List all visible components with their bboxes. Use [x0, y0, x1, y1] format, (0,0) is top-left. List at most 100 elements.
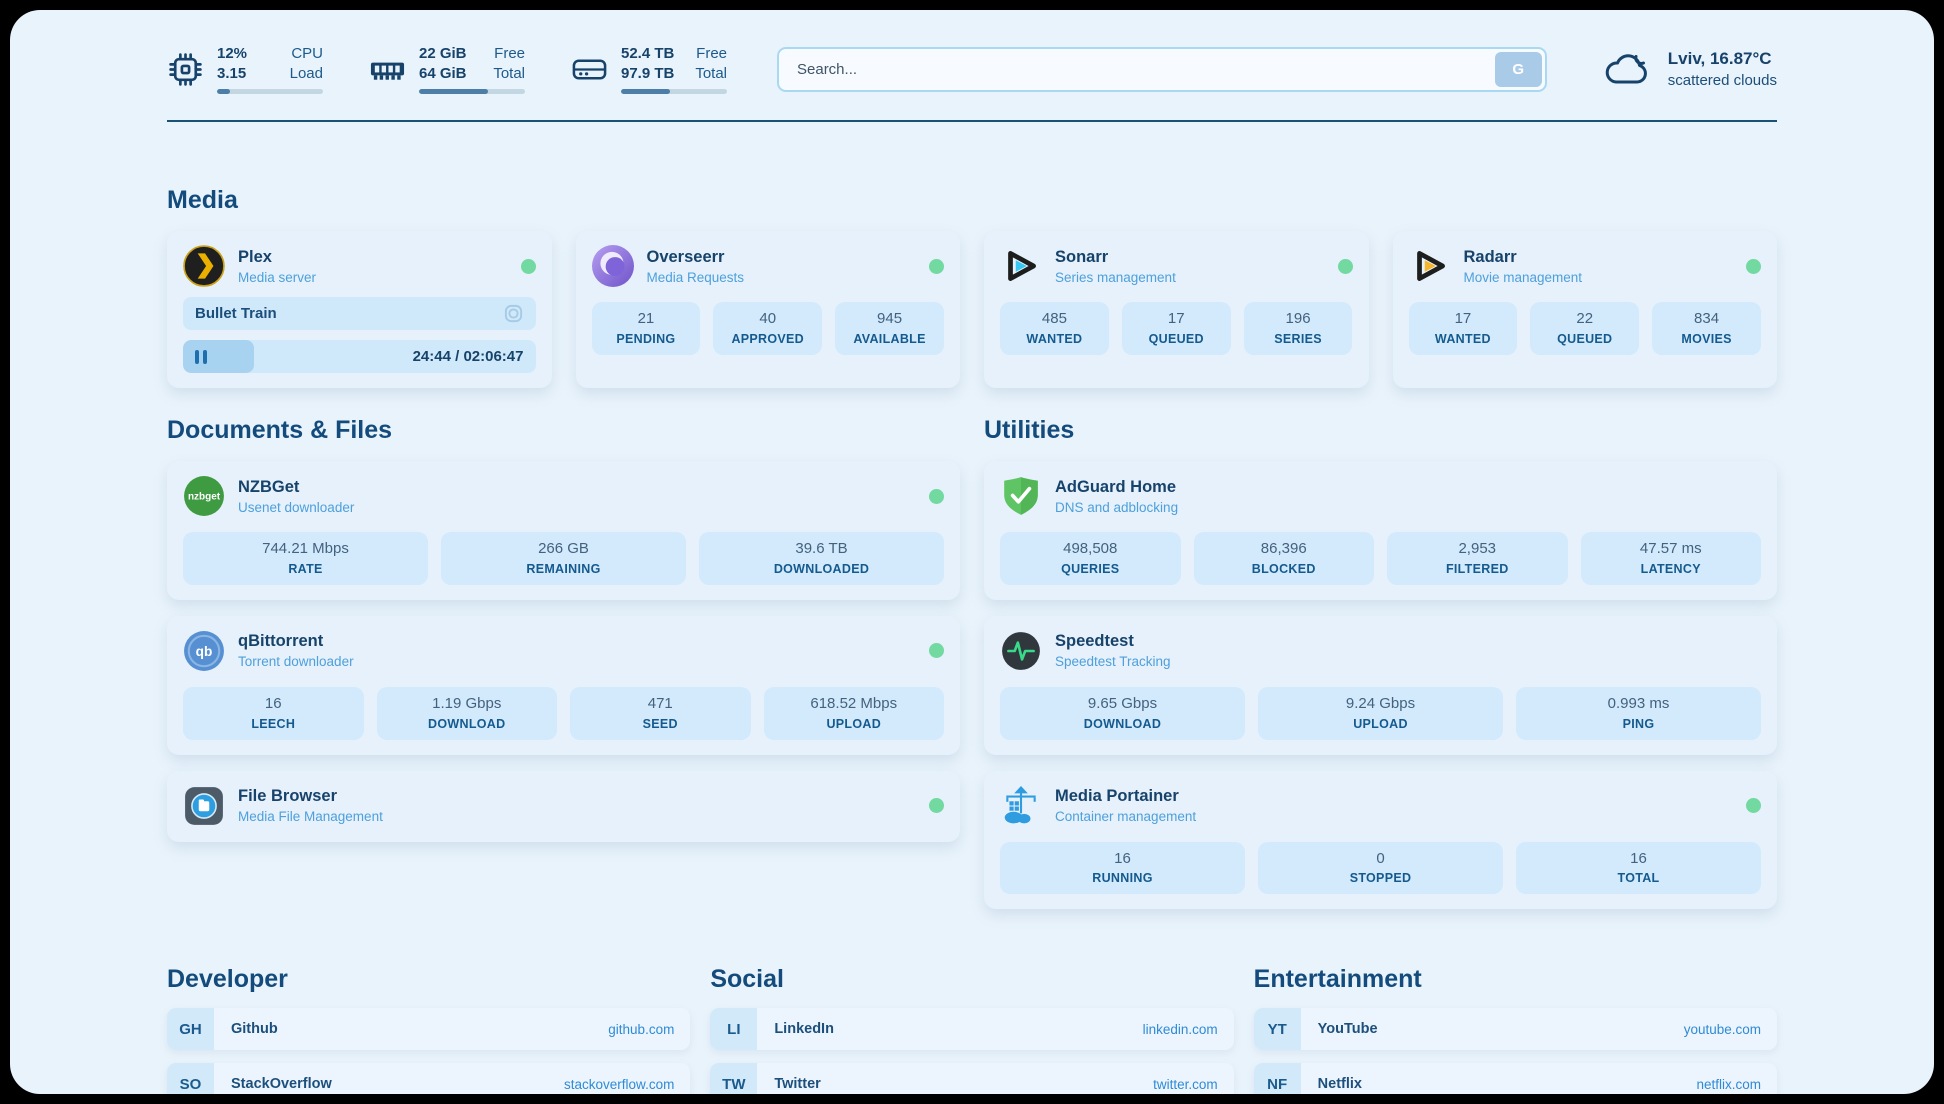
radarr-icon: [1409, 245, 1451, 287]
plex-icon: [183, 245, 225, 287]
stat-queued: 22 QUEUED: [1530, 302, 1639, 355]
overseerr-card[interactable]: Overseerr Media Requests 21 PENDING 40 A…: [576, 231, 961, 388]
bookmark-abbr: NF: [1254, 1063, 1301, 1094]
ram-progress-bar: [419, 89, 525, 94]
ram-widget: 22 GiB 64 GiB Free Total: [369, 44, 525, 94]
bookmark-stackoverflow[interactable]: SO StackOverflow stackoverflow.com: [167, 1063, 690, 1094]
stat-stopped: 0 STOPPED: [1258, 842, 1503, 895]
developer-section-title: Developer: [167, 965, 690, 994]
media-section: Media Plex Media server: [167, 186, 1777, 388]
status-dot: [929, 259, 944, 274]
stat-rate: 744.21 Mbps RATE: [183, 532, 428, 585]
overseerr-icon: [592, 245, 634, 287]
social-section-title: Social: [710, 965, 1233, 994]
portainer-card[interactable]: Media Portainer Container management 16 …: [984, 771, 1777, 910]
cpu-progress-bar: [217, 89, 323, 94]
cpu-label: CPU: [290, 44, 323, 64]
stat-running: 16 RUNNING: [1000, 842, 1245, 895]
bookmark-youtube[interactable]: YT YouTube youtube.com: [1254, 1008, 1777, 1050]
sonarr-card[interactable]: Sonarr Series management 485 WANTED 17 Q…: [984, 231, 1369, 388]
weather-widget: Lviv, 16.87°C scattered clouds: [1603, 49, 1777, 89]
stat-available: 945 AVAILABLE: [835, 302, 944, 355]
media-section-title: Media: [167, 186, 1777, 215]
radarr-card[interactable]: Radarr Movie management 17 WANTED 22 QUE…: [1393, 231, 1778, 388]
svg-text:qb: qb: [196, 644, 213, 659]
ram-free-value: 22 GiB: [419, 44, 467, 64]
dashboard-page: 12% 3.15 CPU Load: [10, 10, 1934, 1094]
weather-condition: scattered clouds: [1668, 72, 1777, 89]
filebrowser-icon: [183, 785, 225, 827]
qbittorrent-card[interactable]: qb qBittorrent Torrent downloader 16 LEE…: [167, 616, 960, 755]
stat-wanted: 17 WANTED: [1409, 302, 1518, 355]
ram-total-label: Total: [493, 64, 525, 84]
stat-upload: 618.52 Mbps UPLOAD: [764, 687, 945, 740]
app-subtitle: Series management: [1055, 270, 1176, 285]
svg-text:nzbget: nzbget: [188, 492, 221, 503]
app-title: Speedtest: [1055, 632, 1171, 651]
bookmark-name: YouTube: [1318, 1021, 1378, 1037]
app-title: Radarr: [1464, 248, 1583, 267]
bookmark-netflix[interactable]: NF Netflix netflix.com: [1254, 1063, 1777, 1094]
stat-downloaded: 39.6 TB DOWNLOADED: [699, 532, 944, 585]
stat-pending: 21 PENDING: [592, 302, 701, 355]
stat-wanted: 485 WANTED: [1000, 302, 1109, 355]
app-title: AdGuard Home: [1055, 478, 1178, 497]
status-dot: [521, 259, 536, 274]
stat-approved: 40 APPROVED: [713, 302, 822, 355]
social-section: Social LI LinkedIn linkedin.com TW Twitt…: [710, 965, 1233, 1094]
bookmark-abbr: LI: [710, 1008, 757, 1050]
bookmark-abbr: TW: [710, 1063, 757, 1094]
search-bar: G: [777, 47, 1547, 92]
disk-free-value: 52.4 TB: [621, 44, 674, 64]
nzbget-card[interactable]: nzbget NZBGet Usenet downloader 744.21 M…: [167, 461, 960, 600]
status-dot: [929, 489, 944, 504]
bookmark-abbr: SO: [167, 1063, 214, 1094]
adguard-icon: [1000, 475, 1042, 517]
app-subtitle: Container management: [1055, 809, 1196, 824]
adguard-card[interactable]: AdGuard Home DNS and adblocking 498,508 …: [984, 461, 1777, 600]
app-subtitle: Media File Management: [238, 809, 383, 824]
search-input[interactable]: [777, 47, 1547, 92]
stat-latency: 47.57 ms LATENCY: [1581, 532, 1762, 585]
disk-icon: [571, 51, 608, 88]
bookmark-name: Github: [231, 1021, 278, 1037]
nzbget-icon: nzbget: [183, 475, 225, 517]
app-title: Media Portainer: [1055, 787, 1196, 806]
bookmark-name: LinkedIn: [774, 1021, 834, 1037]
stat-queries: 498,508 QUERIES: [1000, 532, 1181, 585]
ram-total-value: 64 GiB: [419, 64, 467, 84]
bookmark-url: twitter.com: [1153, 1077, 1218, 1092]
ram-icon: [369, 51, 406, 88]
playback-progress-row: 24:44 / 02:06:47: [183, 340, 536, 373]
bookmark-linkedin[interactable]: LI LinkedIn linkedin.com: [710, 1008, 1233, 1050]
bookmark-github[interactable]: GH Github github.com: [167, 1008, 690, 1050]
disk-total-value: 97.9 TB: [621, 64, 674, 84]
stat-download: 1.19 Gbps DOWNLOAD: [377, 687, 558, 740]
system-metrics: 12% 3.15 CPU Load: [167, 44, 727, 94]
stat-blocked: 86,396 BLOCKED: [1194, 532, 1375, 585]
bookmark-abbr: GH: [167, 1008, 214, 1050]
app-title: qBittorrent: [238, 632, 354, 651]
cpu-load-value: 3.15: [217, 64, 247, 84]
bookmark-url: netflix.com: [1696, 1077, 1761, 1092]
app-subtitle: Speedtest Tracking: [1055, 654, 1171, 669]
stat-leech: 16 LEECH: [183, 687, 364, 740]
qbittorrent-icon: qb: [183, 630, 225, 672]
search-engine-button[interactable]: G: [1495, 52, 1542, 87]
stat-ping: 0.993 ms PING: [1516, 687, 1761, 740]
bookmark-twitter[interactable]: TW Twitter twitter.com: [710, 1063, 1233, 1094]
status-dot: [1338, 259, 1353, 274]
cpu-icon: [167, 51, 204, 88]
topbar-divider: [167, 120, 1777, 122]
stat-series: 196 SERIES: [1244, 302, 1353, 355]
app-subtitle: Media Requests: [647, 270, 745, 285]
bookmark-abbr: YT: [1254, 1008, 1301, 1050]
filebrowser-card[interactable]: File Browser Media File Management: [167, 771, 960, 842]
stat-seed: 471 SEED: [570, 687, 751, 740]
playback-time: 24:44 / 02:06:47: [413, 348, 524, 365]
now-playing-row: Bullet Train: [183, 297, 536, 330]
speedtest-card[interactable]: Speedtest Speedtest Tracking 9.65 Gbps D…: [984, 616, 1777, 755]
scattered-clouds-icon: [1603, 49, 1653, 89]
cpu-widget: 12% 3.15 CPU Load: [167, 44, 323, 94]
plex-card[interactable]: Plex Media server Bullet Train: [167, 231, 552, 388]
